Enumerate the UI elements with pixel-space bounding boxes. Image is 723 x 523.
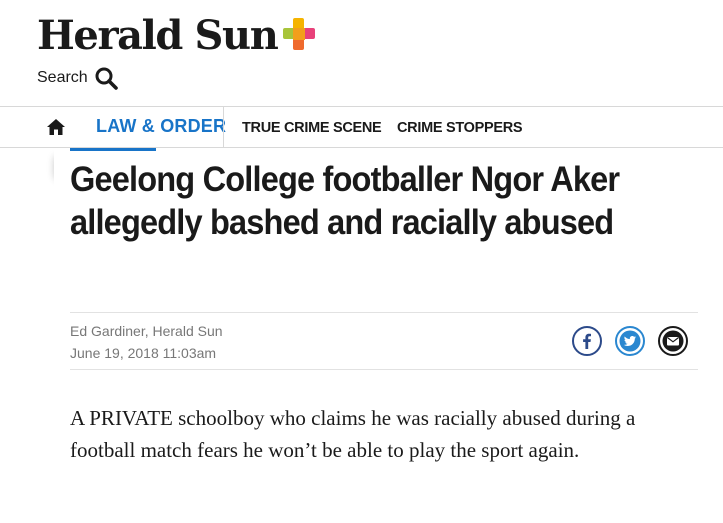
nav-true-crime-scene[interactable]: TRUE CRIME SCENE xyxy=(242,107,382,147)
article: Geelong College footballer Ngor Aker all… xyxy=(54,148,723,523)
herald-sun-logo[interactable]: Herald Sun xyxy=(37,12,316,60)
facebook-icon xyxy=(583,333,591,349)
email-share-button[interactable] xyxy=(658,326,688,356)
nav-divider xyxy=(223,107,224,147)
masthead: Herald Sun Search xyxy=(0,0,723,106)
plus-logo-icon xyxy=(283,18,316,50)
publish-date: June 19, 2018 11:03am xyxy=(70,345,217,361)
nav-law-and-order[interactable]: LAW & ORDER xyxy=(96,107,226,147)
article-intro-paragraph: A PRIVATE schoolboy who claims he was ra… xyxy=(70,406,636,462)
search-icon xyxy=(94,66,118,90)
nav-crime-stoppers[interactable]: CRIME STOPPERS xyxy=(397,107,523,147)
twitter-share-button[interactable] xyxy=(615,326,645,356)
search-button[interactable]: Search xyxy=(37,66,118,90)
email-icon xyxy=(662,330,684,352)
facebook-share-button[interactable] xyxy=(572,326,602,356)
search-label: Search xyxy=(37,69,88,86)
byline: Ed Gardiner, Herald Sun June 19, 2018 11… xyxy=(70,312,698,370)
home-icon[interactable] xyxy=(46,118,66,136)
section-accent-bar xyxy=(70,148,156,151)
article-headline: Geelong College footballer Ngor Aker all… xyxy=(70,160,620,242)
logo-text: Herald Sun xyxy=(37,12,279,59)
author-name[interactable]: Ed Gardiner, Herald Sun xyxy=(70,323,223,339)
twitter-icon xyxy=(619,330,641,352)
section-nav: LAW & ORDER TRUE CRIME SCENE CRIME STOPP… xyxy=(0,106,723,148)
